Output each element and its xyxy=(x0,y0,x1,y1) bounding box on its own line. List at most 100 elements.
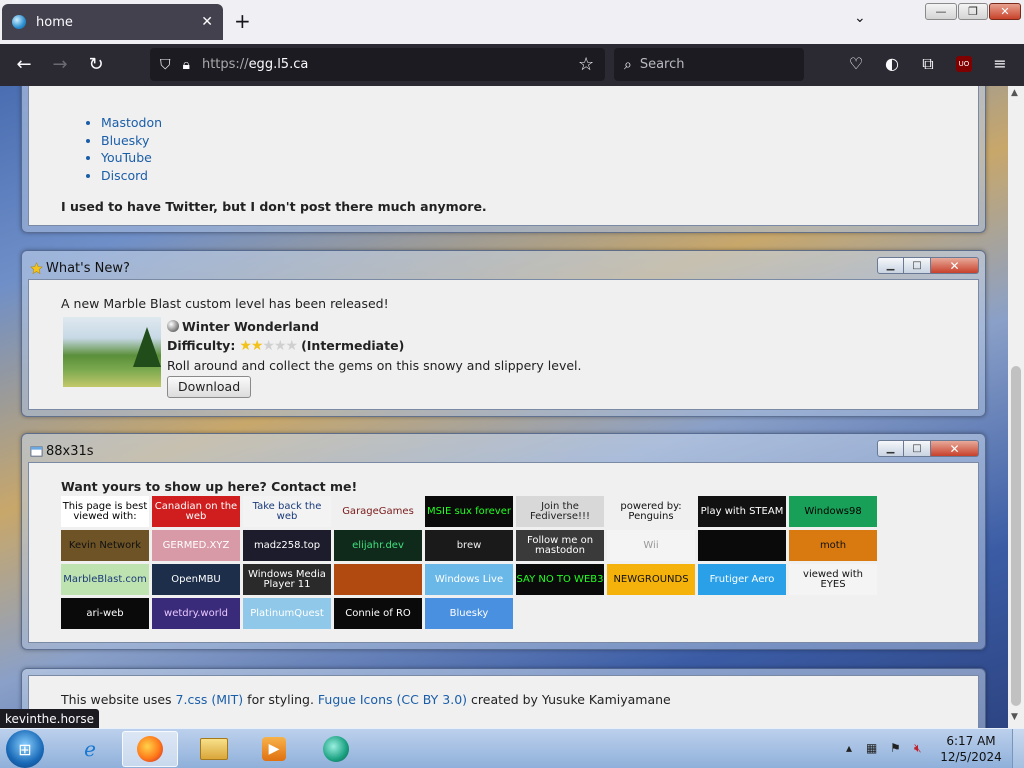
media-player-icon[interactable]: ▶ xyxy=(246,731,302,767)
badge-88x31[interactable]: ari-web xyxy=(61,598,149,629)
window-titlebar[interactable]: What's New? ▁ □ ✕ xyxy=(28,257,979,279)
network-icon[interactable]: ▦ xyxy=(866,741,877,755)
close-button[interactable]: ✕ xyxy=(931,440,979,457)
footer-mid: for styling. xyxy=(243,692,318,707)
close-tab-icon[interactable]: ✕ xyxy=(201,14,213,30)
badge-88x31[interactable]: SAY NO TO WEB3 xyxy=(516,564,604,595)
tab-title: home xyxy=(36,14,73,30)
badge-88x31[interactable]: GarageGames xyxy=(334,496,422,527)
list-item[interactable]: Discord xyxy=(101,167,946,185)
close-window-button[interactable]: ✕ xyxy=(989,3,1021,20)
close-button[interactable]: ✕ xyxy=(931,257,979,274)
bookmark-star-icon[interactable]: ☆ xyxy=(578,54,594,75)
download-button[interactable]: Download xyxy=(167,376,252,398)
scrollbar-thumb[interactable] xyxy=(1011,366,1021,706)
badge-88x31[interactable]: Connie of RO xyxy=(334,598,422,629)
difficulty-label: Difficulty: xyxy=(167,338,236,353)
badge-88x31[interactable]: MarbleBlast.com xyxy=(61,564,149,595)
discord-link[interactable]: Discord xyxy=(101,168,148,183)
menu-icon[interactable]: ≡ xyxy=(990,54,1010,73)
badge-88x31[interactable]: PlatinumQuest xyxy=(243,598,331,629)
reload-icon[interactable]: ↻ xyxy=(84,54,108,75)
badge-88x31[interactable]: GERMED.XYZ xyxy=(152,530,240,561)
badge-88x31[interactable]: Windows98 xyxy=(789,496,877,527)
new-tab-button[interactable]: + xyxy=(234,9,251,33)
fugue-icons-link[interactable]: Fugue Icons (CC BY 3.0) xyxy=(318,692,467,707)
volume-muted-icon[interactable]: 🔇︎ xyxy=(914,741,922,756)
scroll-up-icon[interactable]: ▲ xyxy=(1011,88,1018,98)
maximize-button[interactable]: □ xyxy=(904,257,931,274)
badge-88x31[interactable]: MSIE sux forever xyxy=(425,496,513,527)
search-placeholder: Search xyxy=(639,57,685,72)
badge-88x31[interactable]: elijahr.dev xyxy=(334,530,422,561)
start-button[interactable]: ⊞ xyxy=(6,730,44,768)
url-host: egg.l5.ca xyxy=(248,57,309,72)
badge-88x31[interactable]: NEWGROUNDS xyxy=(607,564,695,595)
firefox-icon[interactable] xyxy=(122,731,178,767)
badge-88x31[interactable]: Windows Live xyxy=(425,564,513,595)
maximize-button[interactable]: □ xyxy=(904,440,931,457)
url-text[interactable]: https://egg.l5.ca xyxy=(202,57,308,72)
badge-88x31[interactable]: Follow me on mastodon xyxy=(516,530,604,561)
shield-icon[interactable]: ⛉ xyxy=(160,57,171,73)
extensions-icon[interactable]: ⧉ xyxy=(918,54,938,74)
bluesky-link[interactable]: Bluesky xyxy=(101,133,149,148)
clock[interactable]: 6:17 AM 12/5/2024 xyxy=(940,733,1002,765)
scroll-down-icon[interactable]: ▼ xyxy=(1011,712,1018,722)
internet-explorer-icon[interactable]: ℯ xyxy=(62,731,118,767)
window-titlebar[interactable]: 88x31s ▁ □ ✕ xyxy=(28,440,979,462)
badge-88x31[interactable]: brew xyxy=(425,530,513,561)
minimize-button[interactable]: ▁ xyxy=(877,257,904,274)
badge-88x31[interactable]: Wii xyxy=(607,530,695,561)
badge-88x31[interactable]: Take back the web xyxy=(243,496,331,527)
tab-home[interactable]: home ✕ xyxy=(2,4,223,40)
badge-88x31[interactable]: wetdry.world xyxy=(152,598,240,629)
folder-icon[interactable] xyxy=(186,731,242,767)
forward-arrow-icon[interactable]: → xyxy=(48,54,72,75)
badge-88x31[interactable]: Canadian on the web xyxy=(152,496,240,527)
list-item[interactable]: YouTube xyxy=(101,149,946,167)
show-hidden-icons[interactable]: ▴ xyxy=(846,741,852,755)
badge-88x31[interactable]: powered by: Penguins xyxy=(607,496,695,527)
badge-88x31[interactable]: Join the Fediverse!!! xyxy=(516,496,604,527)
badge-88x31[interactable]: OpenMBU xyxy=(152,564,240,595)
app-icon[interactable] xyxy=(308,731,364,767)
youtube-link[interactable]: YouTube xyxy=(101,150,152,165)
badge-88x31[interactable]: Kevin Network xyxy=(61,530,149,561)
show-desktop-button[interactable] xyxy=(1012,729,1024,768)
pocket-icon[interactable]: ♡ xyxy=(846,54,866,73)
url-bar[interactable]: ⛉ 🔒︎ https://egg.l5.ca xyxy=(150,48,605,81)
badge-88x31[interactable]: This page is best viewed with: xyxy=(61,496,149,527)
badge-88x31[interactable]: Bluesky xyxy=(425,598,513,629)
badge-88x31[interactable]: viewed with EYES xyxy=(789,564,877,595)
chevron-down-icon[interactable]: ⌄ xyxy=(854,10,866,26)
minimize-button[interactable]: ▁ xyxy=(877,440,904,457)
window-controls: ▁ □ ✕ xyxy=(877,257,979,274)
url-scheme: https:// xyxy=(201,57,249,72)
mastodon-link[interactable]: Mastodon xyxy=(101,115,162,130)
account-icon[interactable]: ◐ xyxy=(882,54,902,73)
restore-window-button[interactable]: ❐ xyxy=(958,3,988,20)
badge-88x31[interactable]: Windows Media Player 11 xyxy=(243,564,331,595)
badge-88x31[interactable]: moth xyxy=(789,530,877,561)
lock-icon[interactable]: 🔒︎ xyxy=(183,57,190,73)
badge-88x31[interactable]: Play with STEAM xyxy=(698,496,786,527)
badge-88x31[interactable]: Frutiger Aero xyxy=(698,564,786,595)
minimize-window-button[interactable]: — xyxy=(925,3,957,20)
level-thumbnail xyxy=(63,317,161,387)
list-item[interactable]: Bluesky xyxy=(101,132,946,150)
page-scrollbar[interactable]: ▲ ▼ xyxy=(1008,86,1024,728)
badge-88x31[interactable] xyxy=(698,530,786,561)
ublock-icon[interactable]: UO xyxy=(956,56,972,72)
level-name: Winter Wonderland xyxy=(182,319,319,334)
star-icon xyxy=(30,261,43,274)
tab-bar: home ✕ + ⌄ — ❐ ✕ xyxy=(0,0,1024,44)
footer-pre: This website uses xyxy=(61,692,176,707)
badge-88x31[interactable] xyxy=(334,564,422,595)
search-bar[interactable]: ⌕ Search xyxy=(614,48,804,81)
flag-icon[interactable]: ⚑ xyxy=(890,741,901,755)
back-arrow-icon[interactable]: ← xyxy=(12,54,36,75)
badge-88x31[interactable]: madz258.top xyxy=(243,530,331,561)
list-item[interactable]: Mastodon xyxy=(101,114,946,132)
7css-link[interactable]: 7.css (MIT) xyxy=(176,692,244,707)
